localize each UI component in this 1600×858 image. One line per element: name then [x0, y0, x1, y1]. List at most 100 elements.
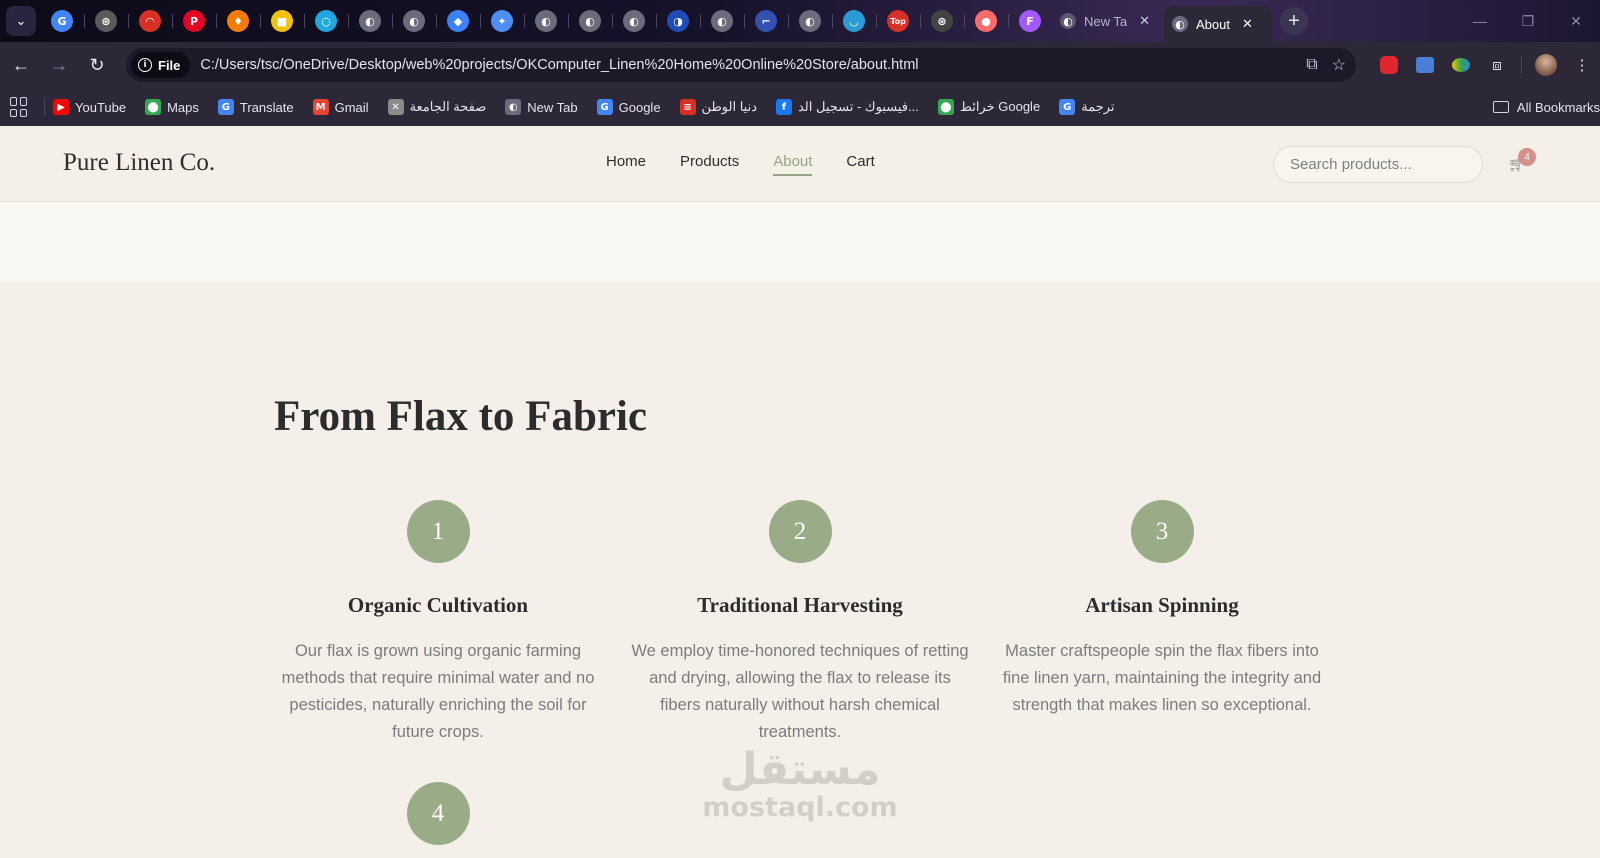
bowl-icon: ◡ — [843, 10, 865, 32]
translate-icon: G — [217, 99, 234, 115]
pinned-tab[interactable]: ● — [964, 5, 1008, 37]
nav-cart[interactable]: Cart — [846, 153, 874, 176]
pinned-tab[interactable]: ⊛ — [920, 5, 964, 37]
apps-grid-icon[interactable] — [10, 97, 30, 117]
pinned-tab[interactable]: ◑ — [656, 5, 700, 37]
profile-avatar[interactable] — [1528, 47, 1564, 83]
folder-icon — [1492, 101, 1509, 113]
close-icon[interactable]: ✕ — [1242, 16, 1253, 32]
translate-extension-icon[interactable] — [1407, 47, 1443, 83]
google-icon: G — [51, 10, 73, 32]
pinned-tab[interactable]: Top — [876, 5, 920, 37]
maximize-button[interactable]: ❐ — [1504, 0, 1552, 42]
pinned-tab[interactable]: ◐ — [348, 5, 392, 37]
address-bar[interactable]: i File C:/Users/tsc/OneDrive/Desktop/web… — [126, 48, 1356, 82]
pinned-tab[interactable]: ◐ — [392, 5, 436, 37]
browser-menu-icon[interactable]: ⋮ — [1564, 47, 1600, 83]
bookmark-item[interactable]: ⬤ Maps — [145, 99, 199, 115]
bookmark-item[interactable]: ≡ دنيا الوطن — [679, 99, 757, 115]
pinned-tab[interactable]: ○ — [304, 5, 348, 37]
pinned-tab[interactable]: ♦ — [216, 5, 260, 37]
bookmark-item[interactable]: ▶ YouTube — [53, 99, 126, 115]
tab-title: New Ta — [1084, 13, 1128, 29]
window-close-button[interactable]: ✕ — [1552, 0, 1600, 42]
process-step-1: 1 Organic Cultivation Our flax is grown … — [268, 500, 608, 746]
globe-icon: ◐ — [1060, 13, 1076, 29]
cart-button[interactable]: 🛒︎ 4 — [1508, 148, 1536, 176]
bookmark-item[interactable]: M Gmail — [312, 99, 369, 115]
gemini-icon: ✦ — [491, 10, 513, 32]
pinned-tab[interactable]: ■ — [260, 5, 304, 37]
globe-icon: ◐ — [1172, 16, 1188, 32]
globe-icon: ◐ — [711, 10, 733, 32]
site-logo[interactable]: Pure Linen Co. — [63, 149, 215, 177]
bookmark-label: Google — [618, 99, 661, 115]
pinned-tab[interactable]: G — [40, 5, 84, 37]
minimize-button[interactable]: — — [1456, 0, 1504, 42]
close-icon[interactable]: ✕ — [1139, 13, 1150, 29]
bookmark-label: Maps — [167, 99, 199, 115]
pinned-tab[interactable]: ◐ — [700, 5, 744, 37]
puzzle-extensions-icon[interactable]: ⧈ — [1479, 47, 1515, 83]
site-info-chip[interactable]: i File — [131, 52, 191, 78]
forward-button[interactable]: → — [42, 48, 76, 82]
tab-about[interactable]: ◐ About ✕ — [1164, 6, 1272, 42]
bookmark-star-icon[interactable]: ☆ — [1332, 55, 1346, 75]
nav-products[interactable]: Products — [680, 153, 739, 176]
cart-count-badge: 4 — [1518, 148, 1536, 166]
pinned-tab[interactable]: ◠ — [128, 5, 172, 37]
browser-toolbar: ← → ↻ i File C:/Users/tsc/OneDrive/Deskt… — [0, 42, 1600, 88]
pinned-tab[interactable]: ⊛ — [84, 5, 128, 37]
bookmark-item[interactable]: f فيسبوك - تسجيل الد... — [775, 99, 919, 115]
youtube-icon: ▶ — [53, 99, 69, 115]
bubble-icon: ● — [975, 10, 997, 32]
nav-home[interactable]: Home — [606, 153, 646, 176]
app-icon: ⌐ — [755, 10, 777, 32]
facebook-icon: f — [775, 99, 792, 115]
hero-banner — [0, 202, 1600, 282]
tab-title: About — [1196, 16, 1230, 32]
tab-new-tab[interactable]: ◐ New Ta ✕ — [1052, 5, 1164, 37]
globe-icon: ◐ — [535, 10, 557, 32]
tab-search-button[interactable]: ⌄ — [6, 6, 36, 36]
translate-page-icon[interactable]: ⧉ — [1306, 56, 1317, 74]
google-icon: G — [596, 99, 613, 115]
url-text[interactable]: C:/Users/tsc/OneDrive/Desktop/web%20proj… — [200, 57, 918, 73]
omnibox-actions: ⧉ ☆ — [1306, 48, 1346, 82]
new-tab-button[interactable]: + — [1280, 7, 1308, 35]
bookmark-item[interactable]: ◐ New Tab — [505, 99, 578, 115]
nav-about[interactable]: About — [773, 153, 813, 176]
bookmark-item[interactable]: G Translate — [217, 99, 294, 115]
pinned-tab[interactable]: ◐ — [568, 5, 612, 37]
bookmark-label: فيسبوك - تسجيل الد... — [797, 99, 919, 114]
bookmark-label: صفحة الجامعة — [409, 99, 487, 114]
bookmark-item[interactable]: ⬤ خرائط Google — [937, 99, 1040, 115]
maps-icon: ⬤ — [937, 99, 954, 115]
pinned-tab[interactable]: ◆ — [436, 5, 480, 37]
pinned-tab[interactable]: ◐ — [788, 5, 832, 37]
pinned-tab[interactable]: ⌐ — [744, 5, 788, 37]
pinned-tab[interactable]: P — [172, 5, 216, 37]
process-step-4: 4 — [268, 782, 608, 845]
pinterest-icon: P — [183, 10, 205, 32]
bookmark-item[interactable]: G ترجمة — [1059, 99, 1115, 115]
circle-app-icon: ○ — [315, 10, 337, 32]
extensions-area: ⧈ ⋮ — [1371, 42, 1600, 88]
globe-icon: ◐ — [623, 10, 645, 32]
search-input[interactable] — [1273, 146, 1483, 183]
moon-icon: ◑ — [667, 10, 689, 32]
pinned-tab[interactable]: ◐ — [524, 5, 568, 37]
bookmark-item[interactable]: G Google — [596, 99, 661, 115]
all-bookmarks-label: All Bookmarks — [1516, 99, 1600, 115]
pinned-tab[interactable]: F — [1008, 5, 1052, 37]
reload-button[interactable]: ↻ — [80, 48, 114, 82]
globe-icon: ◐ — [799, 10, 821, 32]
bookmark-item[interactable]: ✕ صفحة الجامعة — [387, 99, 487, 115]
pinned-tab[interactable]: ◐ — [612, 5, 656, 37]
back-button[interactable]: ← — [4, 48, 38, 82]
pinned-tab[interactable]: ✦ — [480, 5, 524, 37]
pinned-tab[interactable]: ◡ — [832, 5, 876, 37]
leaf-extension-icon[interactable] — [1443, 47, 1479, 83]
adblock-extension-icon[interactable] — [1371, 47, 1407, 83]
all-bookmarks-button[interactable]: All Bookmarks — [1492, 88, 1600, 126]
